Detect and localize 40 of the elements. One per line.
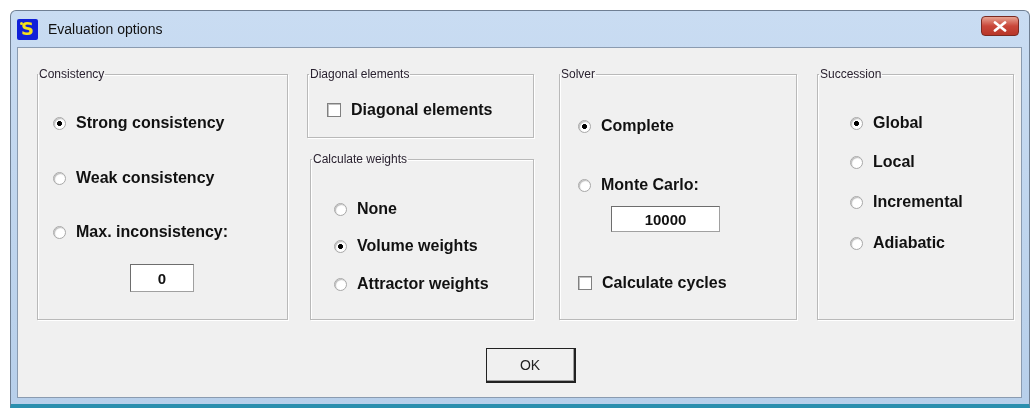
checkbox[interactable] <box>578 276 592 290</box>
window-title: Evaluation options <box>48 21 163 37</box>
group-title: Solver <box>560 67 596 81</box>
group-title: Succession <box>819 67 883 81</box>
group-title: Consistency <box>38 67 106 81</box>
group-title: Diagonal elements <box>309 67 411 81</box>
radio-button[interactable] <box>53 225 66 239</box>
number-field[interactable]: 0 <box>130 264 194 292</box>
radio-button[interactable] <box>578 178 591 192</box>
radio-button[interactable] <box>53 171 66 185</box>
radio-button[interactable] <box>578 119 591 133</box>
option-label: Strong consistency <box>76 114 225 132</box>
option-label: Complete <box>601 117 674 135</box>
option-label: Volume weights <box>357 237 478 255</box>
option-label: Monte Carlo: <box>601 176 699 194</box>
radio-button[interactable] <box>334 239 347 253</box>
close-button[interactable] <box>981 16 1019 36</box>
radio-button[interactable] <box>850 155 863 169</box>
checkbox[interactable] <box>327 103 341 117</box>
option-label: Weak consistency <box>76 169 215 187</box>
option-label: Diagonal elements <box>351 101 493 119</box>
radio-button[interactable] <box>850 195 863 209</box>
option-label: Global <box>873 114 923 132</box>
option-label: Adiabatic <box>873 234 945 252</box>
ok-button[interactable]: OK <box>485 348 576 383</box>
close-icon <box>993 20 1007 32</box>
radio-button[interactable] <box>334 202 347 216</box>
radio-button[interactable] <box>334 277 347 291</box>
radio-button[interactable] <box>53 116 66 130</box>
group-title: Calculate weights <box>312 152 409 166</box>
option-label: Max. inconsistency: <box>76 223 229 241</box>
app-icon: S <box>17 18 38 40</box>
option-label: Calculate cycles <box>602 274 727 292</box>
radio-button[interactable] <box>850 236 863 250</box>
number-field[interactable]: 10000 <box>611 206 720 232</box>
radio-button[interactable] <box>850 116 863 130</box>
option-label: None <box>357 200 397 218</box>
option-label: Attractor weights <box>357 275 489 293</box>
option-label: Incremental <box>873 193 963 211</box>
option-label: Local <box>873 153 915 171</box>
